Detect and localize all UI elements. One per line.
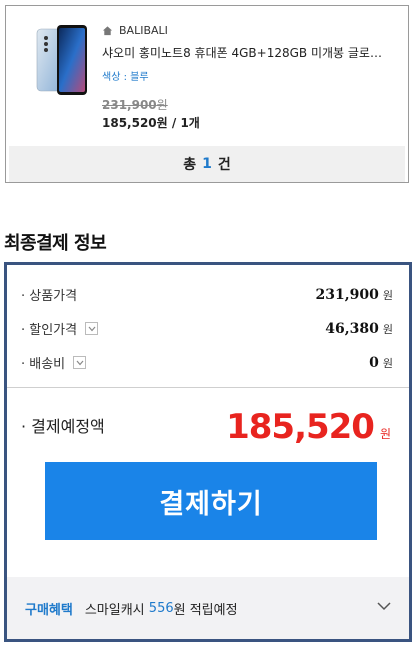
shop-name-row[interactable]: BALIBALI bbox=[102, 24, 168, 37]
discount-unit: 원 bbox=[382, 322, 393, 336]
product-thumbnail[interactable] bbox=[33, 23, 93, 101]
shop-name: BALIBALI bbox=[119, 24, 168, 37]
total-count-bar: 총 1 건 bbox=[9, 146, 405, 182]
original-price-value: 231,900 bbox=[102, 98, 157, 112]
discount-expand-toggle[interactable] bbox=[85, 322, 99, 335]
sale-price-row: 185,520원 / 1개 bbox=[102, 114, 200, 131]
product-price-unit: 원 bbox=[382, 288, 393, 302]
total-count: 1 bbox=[202, 156, 212, 172]
section-title: 최종결제 정보 bbox=[4, 233, 107, 254]
discount-label: · 할인가격 bbox=[21, 323, 78, 338]
summary-divider bbox=[7, 387, 409, 388]
product-price-label: · 상품가격 bbox=[21, 289, 78, 304]
final-amount: 185,520 원 bbox=[226, 407, 391, 447]
shipping-value: 0 bbox=[369, 354, 379, 371]
purchase-benefit-bar[interactable]: 구매혜택 스마일캐시 556 원 적립예정 bbox=[7, 577, 409, 639]
shipping-expand-toggle[interactable] bbox=[73, 356, 87, 369]
chevron-down-icon[interactable] bbox=[377, 602, 391, 611]
discount-value: 46,380 bbox=[325, 320, 379, 337]
final-amount-label: · 결제예정액 bbox=[21, 417, 105, 436]
final-amount-unit: 원 bbox=[379, 427, 391, 441]
total-prefix: 총 bbox=[183, 157, 197, 173]
sale-price: 185,520원 bbox=[102, 116, 168, 130]
quantity: 1개 bbox=[180, 116, 200, 130]
benefit-prefix: 스마일캐시 bbox=[84, 602, 145, 618]
benefit-amount: 556 bbox=[148, 600, 174, 616]
shipping-row: · 배송비 0 원 bbox=[21, 353, 393, 373]
total-suffix: 건 bbox=[217, 157, 231, 173]
product-price-value: 231,900 bbox=[315, 286, 379, 303]
pay-button[interactable]: 결제하기 bbox=[45, 462, 377, 540]
shop-home-icon bbox=[102, 26, 113, 36]
product-price-row: · 상품가격 231,900 원 bbox=[21, 285, 393, 305]
price-quantity-separator: / bbox=[167, 116, 181, 130]
discount-row: · 할인가격 46,380 원 bbox=[21, 319, 393, 339]
original-price-unit: 원 bbox=[156, 98, 168, 112]
chevron-down-icon bbox=[76, 360, 84, 366]
shipping-unit: 원 bbox=[382, 356, 393, 370]
product-info: BALIBALI 샤오미 홍미노트8 휴대폰 4GB+128GB 미개봉 글로…… bbox=[6, 6, 408, 144]
chevron-down-icon bbox=[88, 326, 96, 332]
original-price: 231,900원 bbox=[102, 96, 168, 113]
product-option: 색상 : 블루 bbox=[102, 72, 149, 83]
order-item-card: BALIBALI 샤오미 홍미노트8 휴대폰 4GB+128GB 미개봉 글로…… bbox=[5, 5, 409, 183]
benefit-suffix: 원 적립예정 bbox=[173, 602, 238, 618]
benefit-label: 구매혜택 bbox=[25, 602, 73, 618]
product-title[interactable]: 샤오미 홍미노트8 휴대폰 4GB+128GB 미개봉 글로… bbox=[102, 44, 397, 61]
final-amount-value: 185,520 bbox=[226, 407, 375, 447]
payment-summary-box: · 상품가격 231,900 원 · 할인가격 46,380 원 · 배송비 0… bbox=[4, 262, 412, 642]
shipping-label: · 배송비 bbox=[21, 357, 66, 372]
